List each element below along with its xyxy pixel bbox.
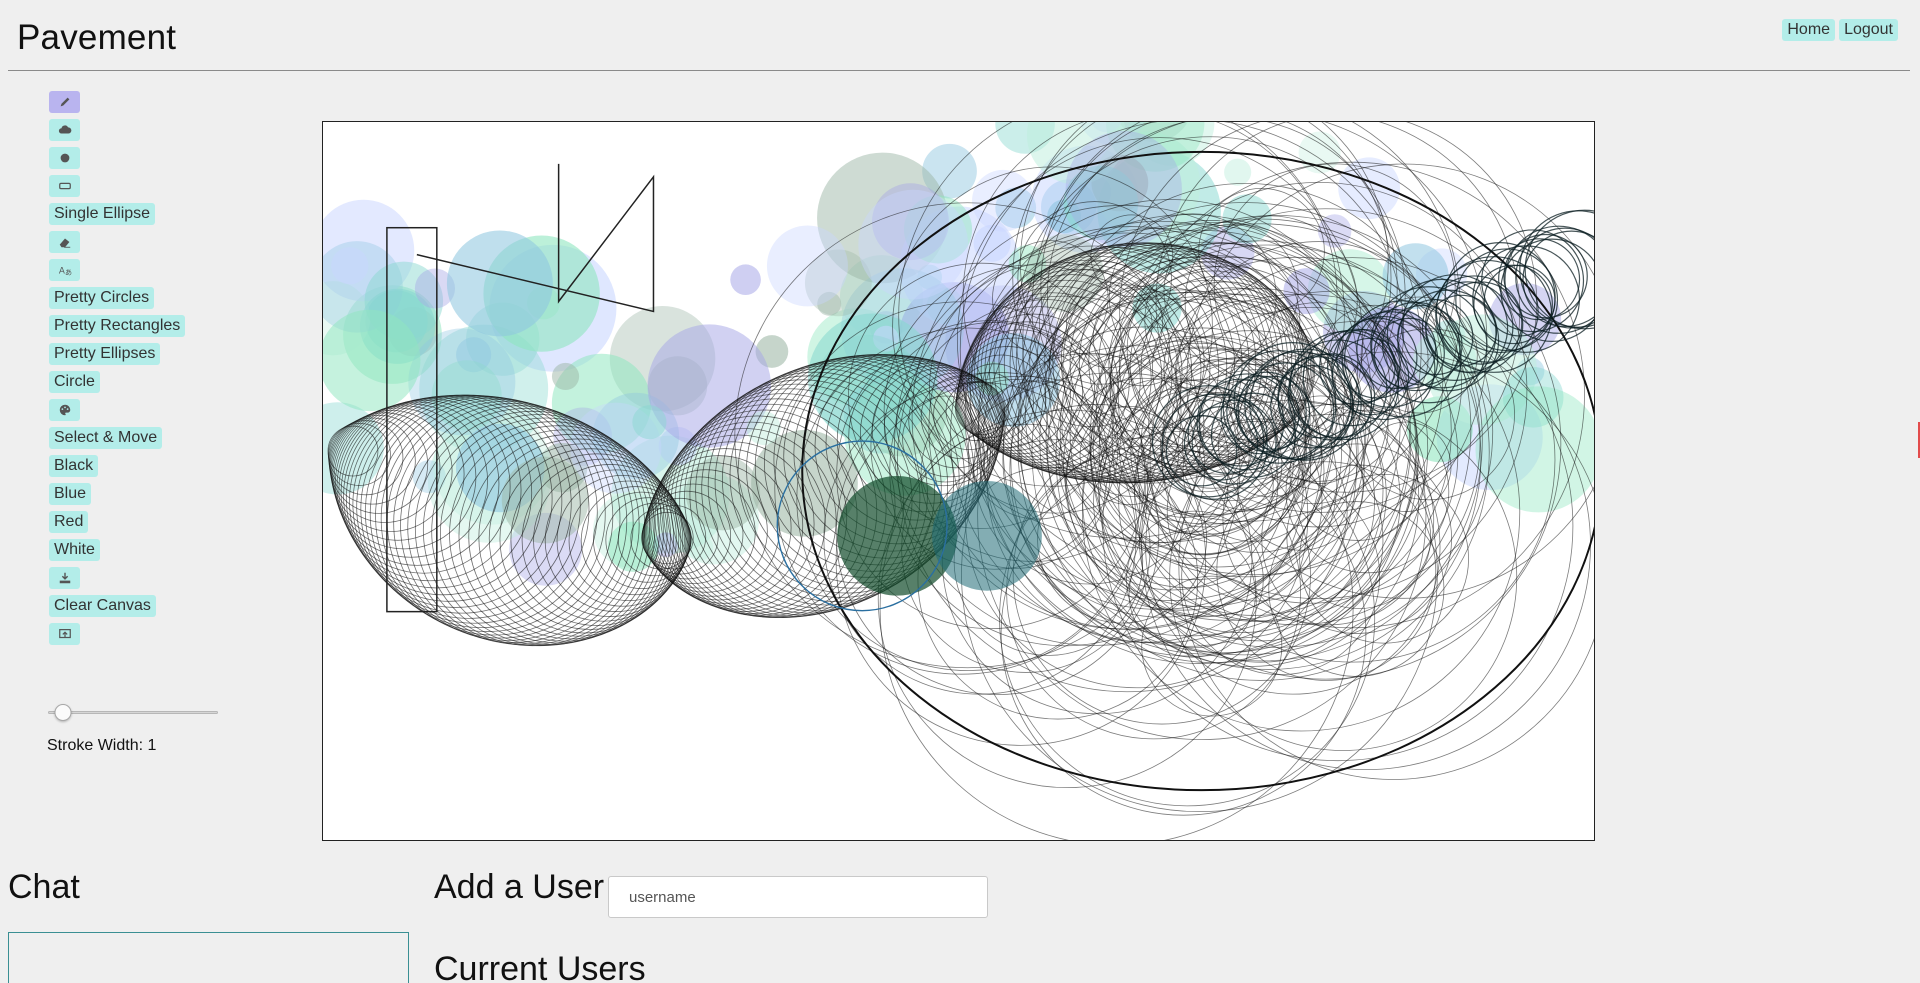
stroke-width-slider[interactable]	[48, 701, 218, 723]
select-move-button[interactable]: Select & Move	[49, 427, 163, 449]
pretty-circles-button[interactable]: Pretty Circles	[49, 287, 155, 309]
pretty-ellipses-button[interactable]: Pretty Ellipses	[49, 343, 161, 365]
dot-tool-button[interactable]	[49, 147, 80, 169]
drawing-canvas[interactable]	[322, 121, 1595, 841]
header-divider	[8, 70, 1910, 71]
add-user-heading: Add a User	[434, 868, 605, 906]
tool-palette: Single Ellipse A あ Pretty Circles Pretty Rec…	[49, 91, 186, 645]
eraser-icon	[58, 235, 72, 249]
top-nav: Home Logout	[1782, 19, 1898, 41]
download-button[interactable]	[49, 567, 80, 589]
upload-button[interactable]	[49, 623, 80, 645]
svg-text:A: A	[58, 267, 64, 277]
color-white-button[interactable]: White	[49, 539, 100, 561]
chat-heading: Chat	[8, 868, 80, 906]
stroke-width-label: Stroke Width: 1	[47, 737, 157, 754]
pencil-tool-button[interactable]	[49, 91, 80, 113]
upload-screen-icon	[58, 627, 72, 641]
home-button[interactable]: Home	[1782, 19, 1836, 41]
chat-messages-box[interactable]	[8, 932, 409, 983]
palette-icon	[58, 403, 72, 417]
canvas-artwork	[323, 122, 1594, 840]
pretty-rectangles-button[interactable]: Pretty Rectangles	[49, 315, 186, 337]
text-language-icon: Aあ	[58, 263, 72, 277]
color-red-button[interactable]: Red	[49, 511, 89, 533]
circle-dot-icon	[58, 151, 72, 165]
color-black-button[interactable]: Black	[49, 455, 99, 477]
logout-button[interactable]: Logout	[1839, 19, 1898, 41]
cloud-icon	[58, 123, 72, 137]
clear-canvas-button[interactable]: Clear Canvas	[49, 595, 156, 617]
current-users-heading: Current Users	[434, 950, 646, 983]
download-icon	[58, 571, 72, 585]
single-ellipse-button[interactable]: Single Ellipse	[49, 203, 156, 225]
svg-text:あ: あ	[65, 268, 72, 276]
pencil-icon	[58, 95, 72, 109]
circle-button[interactable]: Circle	[49, 371, 100, 393]
app-root: Pavement Home Logout Single Ellipse A あ Pre…	[0, 0, 1920, 983]
page-title: Pavement	[17, 18, 177, 57]
cloud-tool-button[interactable]	[49, 119, 80, 141]
eraser-tool-button[interactable]	[49, 231, 80, 253]
rectangle-icon	[58, 179, 72, 193]
slider-thumb[interactable]	[54, 704, 72, 721]
color-blue-button[interactable]: Blue	[49, 483, 92, 505]
slider-track	[48, 711, 218, 714]
username-input[interactable]	[608, 876, 988, 918]
text-tool-button[interactable]: Aあ	[49, 259, 80, 281]
palette-button[interactable]	[49, 399, 80, 421]
rectangle-tool-button[interactable]	[49, 175, 80, 197]
